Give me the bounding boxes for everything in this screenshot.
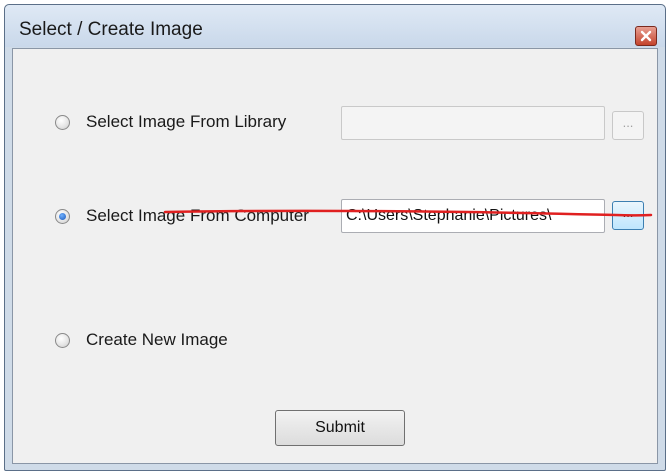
library-path-field[interactable] [341, 106, 605, 140]
option-create-new-row[interactable]: Create New Image [55, 325, 228, 355]
library-browse-button[interactable]: ... [612, 111, 644, 140]
window-title: Select / Create Image [19, 19, 203, 40]
computer-radio[interactable] [55, 208, 70, 224]
submit-button[interactable]: Submit [275, 410, 405, 446]
select-create-image-dialog: Select / Create Image Select Image From … [4, 4, 666, 471]
annotation-underline [163, 209, 653, 217]
create-new-radio[interactable] [55, 332, 70, 348]
close-button[interactable] [635, 26, 657, 46]
option-library-row[interactable]: Select Image From Library [55, 107, 286, 137]
create-new-radio-label[interactable]: Create New Image [86, 330, 228, 350]
title-bar[interactable]: Select / Create Image [5, 5, 665, 47]
library-radio-label[interactable]: Select Image From Library [86, 112, 286, 132]
dialog-body: Select Image From Library ... Select Ima… [12, 48, 658, 464]
library-radio[interactable] [55, 114, 70, 130]
close-icon [640, 30, 652, 42]
